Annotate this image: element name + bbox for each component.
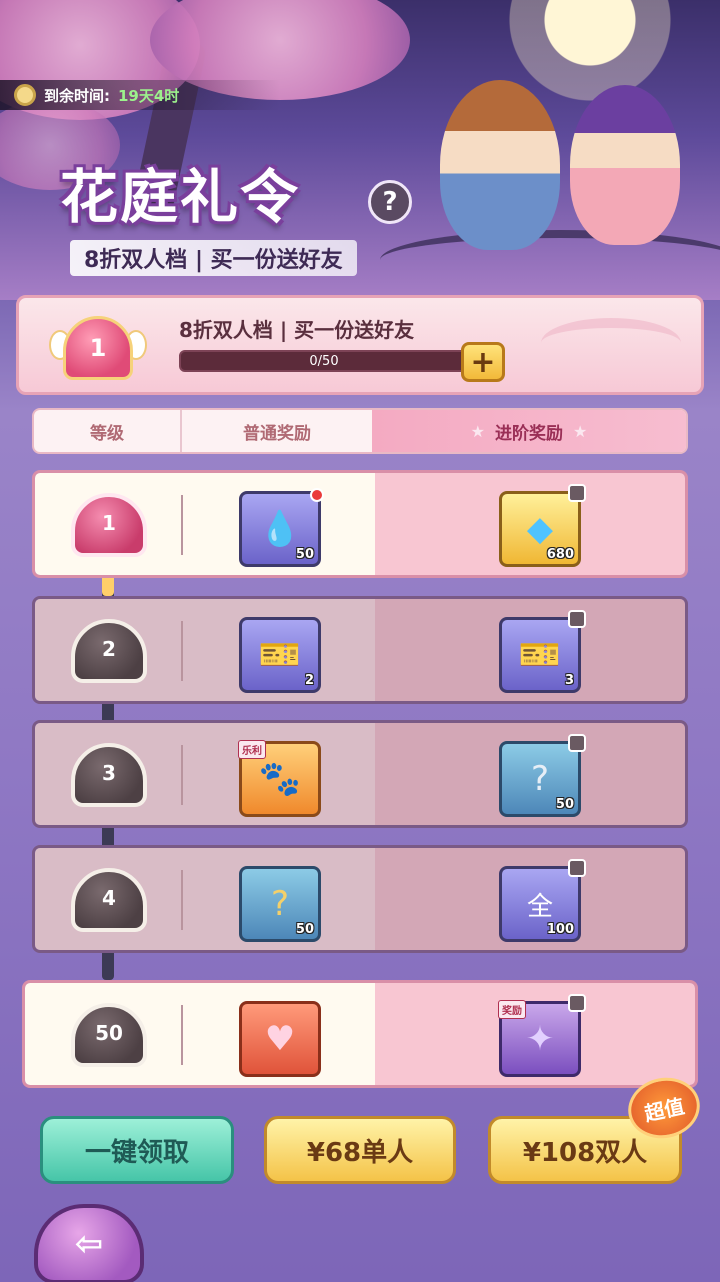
divider bbox=[181, 745, 183, 805]
character-girl bbox=[570, 85, 680, 245]
level-number: 3 bbox=[102, 761, 116, 785]
lock-icon bbox=[568, 610, 586, 628]
heart-ring-icon: ♥ bbox=[264, 1019, 296, 1059]
normal-reward-item[interactable]: 乐利 🐾 bbox=[238, 740, 321, 817]
claim-all-button[interactable]: 一键领取 bbox=[40, 1116, 234, 1184]
reward-row: 1 💧 50 ◆ 680 bbox=[32, 470, 688, 578]
advanced-reward-item[interactable]: 奖励 ✦ bbox=[498, 994, 586, 1077]
countdown-timer: 到余时间: 19天4时 bbox=[0, 80, 280, 110]
lock-icon bbox=[568, 484, 586, 502]
back-button[interactable]: ⇦ bbox=[34, 1204, 144, 1282]
level-heart: 50 bbox=[71, 1003, 147, 1067]
claim-dot-icon bbox=[310, 488, 324, 502]
advanced-reward-item[interactable]: ◆ 680 bbox=[499, 484, 586, 567]
normal-reward-item[interactable]: ? 50 bbox=[239, 866, 321, 942]
column-level: 等级 bbox=[34, 410, 182, 452]
bridge bbox=[380, 230, 720, 290]
reward-row: 3 乐利 🐾 ? 50 bbox=[32, 720, 688, 828]
star-icon: ★ bbox=[470, 421, 485, 441]
divider bbox=[181, 495, 183, 555]
mystery-scroll-icon: ? bbox=[530, 759, 550, 799]
level-heart: 4 bbox=[71, 868, 147, 932]
advanced-side: 奖励 ✦ bbox=[375, 983, 695, 1085]
divider bbox=[181, 1005, 183, 1065]
column-normal-reward: 普通奖励 bbox=[243, 423, 311, 444]
advanced-side: ? 50 bbox=[375, 723, 685, 825]
pet-icon: 🐾 bbox=[258, 759, 302, 799]
event-subtitle: 8折双人档 | 买一份送好友 bbox=[70, 240, 357, 276]
level-number: 1 bbox=[102, 511, 116, 535]
clock-icon bbox=[14, 84, 36, 106]
normal-side: 2 🎫 2 bbox=[35, 599, 375, 701]
ticket-icon: 🎫 bbox=[518, 635, 562, 675]
normal-reward-item[interactable]: 🎫 2 bbox=[239, 617, 321, 693]
progress-bar: 0/50 bbox=[179, 350, 469, 372]
lock-icon bbox=[568, 859, 586, 877]
ticket-icon: 🎫 bbox=[258, 635, 302, 675]
reward-columns-header: 等级 普通奖励 ★ 进阶奖励 ★ bbox=[32, 408, 688, 454]
level-heart: 3 bbox=[71, 743, 147, 807]
level-heart: 1 bbox=[71, 493, 147, 557]
character-boy bbox=[440, 80, 560, 250]
level-number: 50 bbox=[95, 1021, 123, 1045]
normal-side: 50 ♥ bbox=[25, 983, 375, 1085]
current-level-heart: 1 bbox=[49, 312, 147, 384]
reward-row-final: 50 ♥ 奖励 ✦ bbox=[22, 980, 698, 1088]
all-orb-icon: 全 bbox=[526, 891, 553, 922]
lock-icon bbox=[568, 734, 586, 752]
progress-title: 8折双人档 | 买一份送好友 bbox=[179, 318, 415, 342]
reward-row: 2 🎫 2 🎫 3 bbox=[32, 596, 688, 704]
help-button[interactable]: ? bbox=[368, 180, 412, 224]
item-quantity: 100 bbox=[546, 922, 574, 937]
buy-level-button[interactable]: + bbox=[461, 342, 505, 382]
normal-side: 4 ? 50 bbox=[35, 848, 375, 950]
reward-row: 4 ? 50 全 100 bbox=[32, 845, 688, 953]
item-quantity: 50 bbox=[555, 797, 574, 812]
event-banner: 到余时间: 19天4时 花庭礼令 ? 8折双人档 | 买一份送好友 bbox=[0, 0, 720, 300]
item-tag: 乐利 bbox=[238, 740, 266, 759]
advanced-side: ◆ 680 bbox=[375, 473, 685, 575]
advanced-reward-item[interactable]: ? 50 bbox=[499, 734, 586, 817]
weapon-icon: ✦ bbox=[525, 1019, 555, 1059]
item-quantity: 50 bbox=[295, 547, 314, 562]
star-icon: ★ bbox=[573, 421, 588, 441]
current-level: 1 bbox=[89, 334, 107, 362]
advanced-side: 🎫 3 bbox=[375, 599, 685, 701]
normal-side: 1 💧 50 bbox=[35, 473, 375, 575]
event-title: 花庭礼令 bbox=[60, 163, 301, 231]
normal-reward-item[interactable]: ♥ bbox=[239, 1001, 321, 1077]
timer-value: 19天4时 bbox=[118, 86, 180, 105]
lock-icon bbox=[568, 994, 586, 1012]
progress-card: 1 8折双人档 | 买一份送好友 0/50 + bbox=[16, 295, 704, 395]
divider bbox=[181, 621, 183, 681]
timer-label: 到余时间: bbox=[44, 86, 110, 105]
back-arrow-icon: ⇦ bbox=[74, 1224, 104, 1264]
item-quantity: 680 bbox=[546, 547, 574, 562]
column-advanced-reward: ★ 进阶奖励 ★ bbox=[372, 410, 686, 452]
advanced-side: 全 100 bbox=[375, 848, 685, 950]
single-purchase-button[interactable]: ¥68单人 bbox=[264, 1116, 456, 1184]
column-advanced-label: 进阶奖励 bbox=[495, 423, 563, 444]
water-drop-icon: 💧 bbox=[258, 509, 302, 549]
level-number: 4 bbox=[102, 886, 116, 910]
level-number: 2 bbox=[102, 637, 116, 661]
advanced-reward-item[interactable]: 全 100 bbox=[499, 859, 586, 942]
level-heart: 2 bbox=[71, 619, 147, 683]
divider bbox=[181, 870, 183, 930]
item-tag: 奖励 bbox=[498, 1000, 526, 1019]
item-quantity: 3 bbox=[564, 673, 574, 688]
item-quantity: 50 bbox=[295, 922, 314, 937]
normal-reward-item[interactable]: 💧 50 bbox=[239, 488, 324, 567]
normal-side: 3 乐利 🐾 bbox=[35, 723, 375, 825]
progress-bar-text: 0/50 bbox=[309, 353, 339, 369]
advanced-reward-item[interactable]: 🎫 3 bbox=[499, 610, 586, 693]
item-quantity: 2 bbox=[304, 673, 314, 688]
mystery-orb-icon: ? bbox=[270, 884, 290, 924]
diamond-icon: ◆ bbox=[526, 509, 554, 549]
bridge-decoration bbox=[541, 318, 681, 368]
